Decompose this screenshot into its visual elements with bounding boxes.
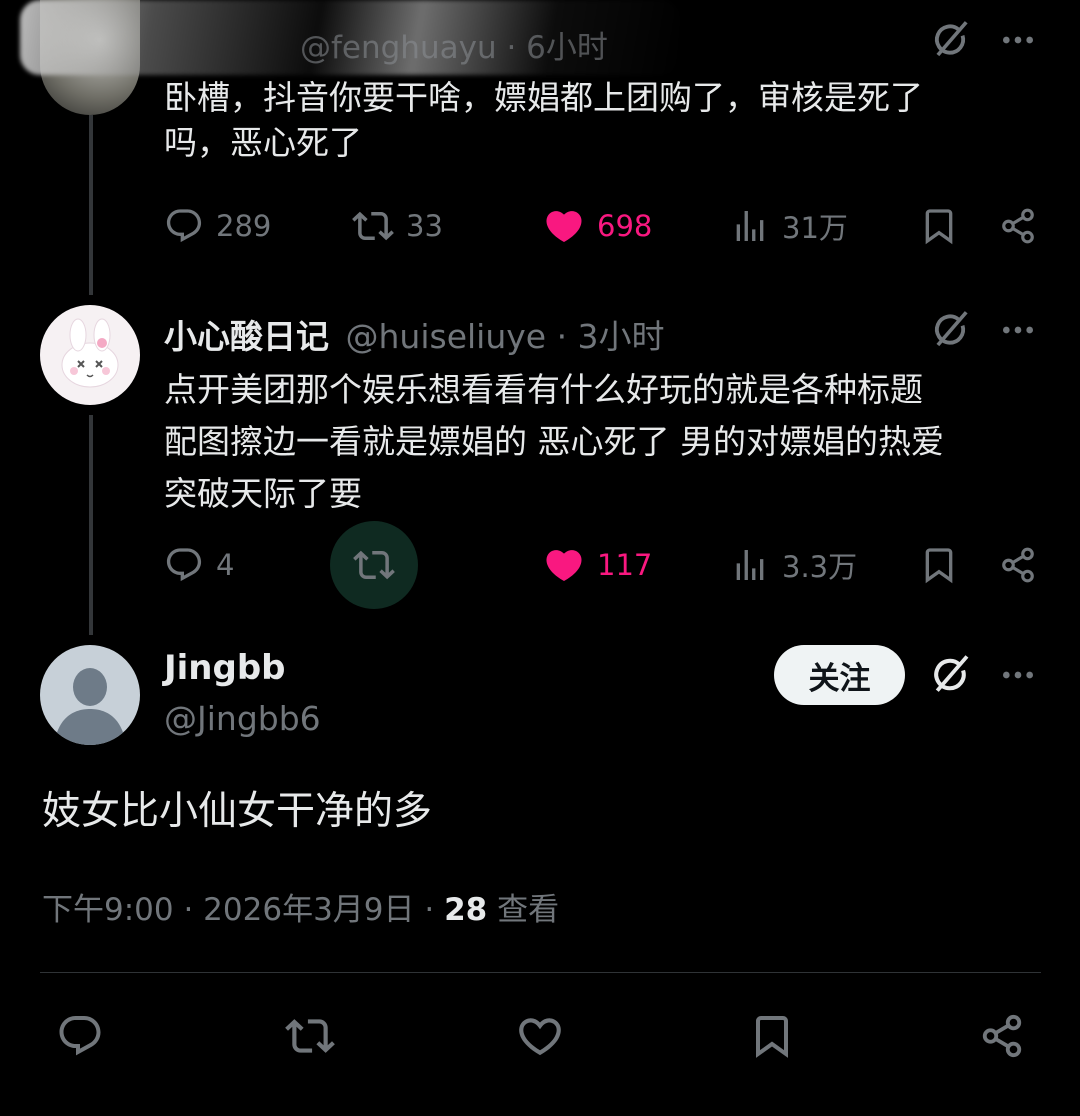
- author-handle[interactable]: @huiseliuye · 3小时: [346, 317, 665, 356]
- views-label: 查看: [487, 892, 560, 928]
- bookmark-icon[interactable]: [917, 204, 961, 248]
- reply-count: 4: [216, 548, 235, 582]
- author-handle[interactable]: @Jingbb6: [164, 699, 321, 738]
- share-icon[interactable]: [996, 543, 1040, 587]
- like-count: 698: [597, 209, 653, 243]
- repost-button[interactable]: [330, 521, 418, 609]
- bookmark-icon[interactable]: [917, 543, 961, 587]
- tweet-text-line: 突破天际了要: [164, 474, 362, 513]
- like-button[interactable]: 698: [543, 204, 652, 248]
- tweet-text-line: 卧槽，抖音你要干啥，嫖娼都上团购了，审核是死了: [164, 78, 923, 117]
- views-count: 31万: [782, 211, 848, 245]
- repost-icon: [353, 544, 395, 586]
- views-icon: [730, 545, 770, 585]
- views-button[interactable]: 3.3万: [730, 543, 857, 587]
- author-name[interactable]: Jingbb: [164, 648, 286, 688]
- like-icon[interactable]: [514, 1010, 566, 1062]
- main-tweet-text: 妓女比小仙女干净的多: [42, 789, 433, 834]
- tweet-text-line: 配图擦边一看就是嫖娼的 恶心死了 男的对嫖娼的热爱: [164, 422, 944, 461]
- views-button[interactable]: 31万: [730, 204, 848, 248]
- tweet-timestamp[interactable]: 下午9:00 · 2026年3月9日 ·: [42, 892, 444, 928]
- share-icon[interactable]: [996, 204, 1040, 248]
- more-icon[interactable]: [996, 652, 1040, 698]
- more-icon[interactable]: [996, 306, 1040, 354]
- views-icon: [730, 206, 770, 246]
- tweet-handle[interactable]: @fenghuayu · 6小时: [300, 22, 608, 67]
- tweet-text-line: 点开美团那个娱乐想看看有什么好玩的就是各种标题: [164, 370, 923, 409]
- reply-button[interactable]: 4: [164, 543, 234, 587]
- repost-count: 33: [406, 209, 443, 243]
- repost-icon: [352, 205, 394, 247]
- reply-icon[interactable]: [54, 1010, 106, 1062]
- reply-icon: [164, 206, 204, 246]
- reply-icon: [164, 545, 204, 585]
- repost-button[interactable]: 33: [352, 204, 443, 248]
- like-button[interactable]: 117: [543, 543, 652, 587]
- grok-icon[interactable]: [927, 306, 975, 354]
- grok-icon[interactable]: [927, 16, 975, 64]
- divider: [40, 972, 1041, 973]
- more-icon[interactable]: [996, 16, 1040, 64]
- tweet-meta: 下午9:00 · 2026年3月9日 · 28 查看: [42, 884, 559, 929]
- avatar[interactable]: [40, 645, 140, 745]
- tweet-text: 点开美团那个娱乐想看看有什么好玩的就是各种标题 配图擦边一看就是嫖娼的 恶心死了…: [164, 364, 1044, 520]
- share-icon[interactable]: [976, 1010, 1028, 1062]
- avatar[interactable]: [40, 305, 140, 405]
- follow-button[interactable]: 关注: [774, 645, 905, 705]
- tweet-header: 小心酸日记 @huiseliuye · 3小时: [164, 310, 665, 358]
- views-count: 28: [444, 892, 488, 928]
- author-name[interactable]: 小心酸日记: [164, 317, 329, 356]
- thread-line: [89, 415, 93, 635]
- reply-button[interactable]: 289: [164, 204, 271, 248]
- repost-icon[interactable]: [284, 1010, 336, 1062]
- thread-line: [89, 115, 93, 295]
- grok-icon[interactable]: [926, 650, 976, 700]
- like-icon: [543, 544, 585, 586]
- views-count: 3.3万: [782, 550, 858, 584]
- bookmark-icon[interactable]: [746, 1010, 798, 1062]
- reply-count: 289: [216, 209, 272, 243]
- tweet-text-line: 吗，恶心死了: [164, 123, 362, 162]
- tweet-text: 卧槽，抖音你要干啥，嫖娼都上团购了，审核是死了 吗，恶心死了: [164, 75, 1034, 165]
- like-count: 117: [597, 548, 653, 582]
- like-icon: [543, 205, 585, 247]
